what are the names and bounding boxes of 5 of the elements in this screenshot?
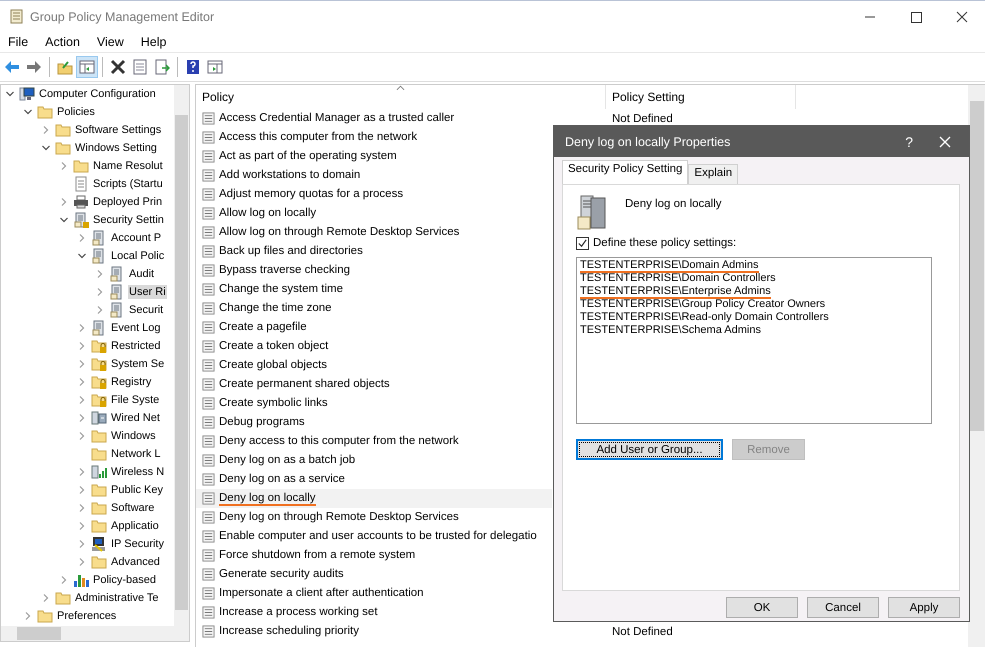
policy-title: Deny log on locally	[625, 197, 722, 210]
dialog-title: Deny log on locally Properties	[565, 134, 730, 148]
policy-setting: Not Defined	[612, 626, 673, 638]
policy-setting: Not Defined	[612, 112, 673, 124]
window-title: Group Policy Management Editor	[30, 10, 214, 24]
